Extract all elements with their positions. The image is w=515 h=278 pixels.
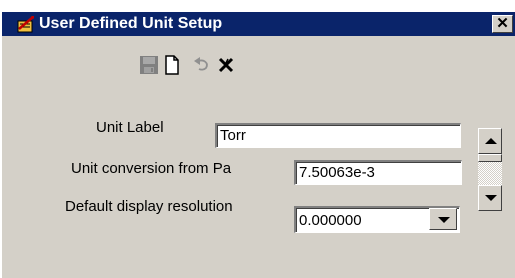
save-icon[interactable]	[139, 55, 159, 75]
display-resolution-label: Default display resolution	[65, 198, 233, 215]
arrow-up-icon	[485, 138, 497, 144]
scroll-down-button[interactable]	[478, 185, 502, 211]
unit-conversion-input[interactable]: 7.50063e-3	[294, 160, 462, 185]
unit-setup-window: User Defined Unit Setup ✕ Unit Label Tor…	[2, 12, 515, 278]
unit-setup-icon	[17, 15, 35, 33]
unit-conversion-label: Unit conversion from Pa	[71, 160, 232, 177]
window-title: User Defined Unit Setup	[39, 15, 223, 32]
scroll-up-button[interactable]	[478, 128, 502, 154]
close-button[interactable]: ✕	[492, 15, 513, 33]
title-bar[interactable]: User Defined Unit Setup ✕	[2, 12, 515, 36]
display-resolution-dropdown-button[interactable]	[429, 208, 457, 230]
chevron-down-icon	[438, 217, 450, 223]
undo-icon[interactable]	[192, 55, 212, 75]
arrow-down-icon	[485, 195, 497, 201]
delete-icon[interactable]	[216, 55, 236, 75]
unit-label-label: Unit Label	[96, 119, 164, 136]
unit-label-input[interactable]: Torr	[215, 123, 461, 148]
scrollbar-thumb[interactable]	[478, 154, 502, 162]
new-document-icon[interactable]	[162, 55, 182, 75]
